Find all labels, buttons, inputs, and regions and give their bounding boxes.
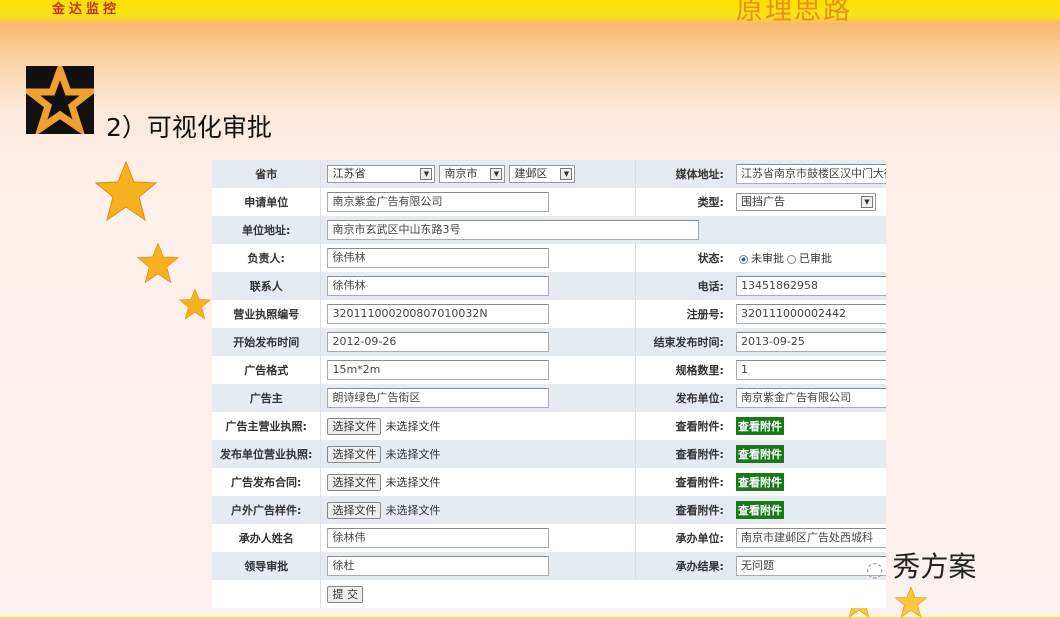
district-select[interactable]: 建邺区 ▼ [509, 165, 576, 183]
format-input[interactable]: 15m*2m [327, 360, 550, 380]
end-label: 结束发布时间: [635, 328, 730, 356]
handling-unit-input[interactable]: 南京市建邺区广告处西城科 [735, 528, 886, 548]
result-label: 承办结果: [635, 552, 730, 580]
address-input[interactable]: 南京市玄武区中山东路3号 [327, 220, 700, 240]
status-radio-unapproved[interactable] [738, 254, 748, 264]
leader-input[interactable]: 徐杜 [327, 556, 550, 576]
leader-label: 领导审批 [212, 552, 322, 580]
license-no-input[interactable]: 320111000200807010032N [327, 304, 550, 324]
no-file-text: 未选择文件 [385, 447, 441, 461]
phone-label: 电话: [635, 272, 730, 300]
manager-input[interactable]: 徐伟林 [327, 248, 550, 268]
publisher-label: 发布单位: [635, 384, 730, 412]
choose-file-button[interactable]: 选择文件 [327, 473, 382, 491]
end-input[interactable]: 2013-09-25 [735, 332, 886, 352]
province-label: 省市 [212, 160, 322, 188]
address-label: 单位地址: [212, 216, 322, 244]
status-radio-approved[interactable] [786, 254, 796, 264]
view-attach-label: 查看附件: [635, 412, 730, 440]
star-icon [136, 242, 180, 284]
approval-form: 省市 江苏省 ▼ 南京市 ▼ 建邺区 ▼ 媒体地址: 江苏省南京市鼓楼区汉中门大街 申请单… [212, 160, 886, 608]
license-no-label: 营业执照编号 [212, 300, 322, 328]
handling-unit-label: 承办单位: [635, 524, 730, 552]
handler-input[interactable]: 徐林伟 [327, 528, 550, 548]
no-file-text: 未选择文件 [385, 419, 441, 433]
result-input[interactable]: 无问题 [735, 556, 886, 576]
type-label: 类型: [635, 188, 730, 216]
choose-file-button[interactable]: 选择文件 [327, 445, 382, 463]
view-attach-button[interactable]: 查看附件 [735, 501, 784, 519]
province-select[interactable]: 江苏省 ▼ [327, 165, 436, 183]
star-icon [894, 586, 928, 618]
view-attach-button[interactable]: 查看附件 [735, 417, 784, 435]
reg-no-input[interactable]: 320111000002442 [735, 304, 886, 324]
applicant-label: 申请单位 [212, 188, 322, 216]
media-address-label: 媒体地址: [635, 160, 730, 188]
view-attach-button[interactable]: 查看附件 [735, 473, 784, 491]
file-label: 广告发布合同: [212, 468, 322, 496]
manager-label: 负责人: [212, 244, 322, 272]
chevron-down-icon: ▼ [860, 196, 873, 208]
view-attach-label: 查看附件: [635, 496, 730, 524]
status-label: 状态: [635, 244, 730, 272]
slide-title: 原理思路 [736, 0, 852, 26]
view-attach-button[interactable]: 查看附件 [735, 445, 784, 463]
reg-no-label: 注册号: [635, 300, 730, 328]
handler-label: 承办人姓名 [212, 524, 322, 552]
view-attach-label: 查看附件: [635, 440, 730, 468]
start-label: 开始发布时间 [212, 328, 322, 356]
quantity-label: 规格数里: [635, 356, 730, 384]
publisher-input[interactable]: 南京紫金广告有限公司 [735, 388, 886, 408]
wechat-icon: ◌ [866, 557, 884, 581]
advertiser-label: 广告主 [212, 384, 322, 412]
section-heading: 2）可视化审批 [106, 113, 272, 142]
quantity-input[interactable]: 1 [735, 360, 886, 380]
chevron-down-icon: ▼ [420, 168, 433, 180]
file-label: 户外广告样件: [212, 496, 322, 524]
star-badge-icon [19, 59, 101, 137]
submit-button[interactable]: 提 交 [327, 585, 363, 603]
city-select[interactable]: 南京市 ▼ [439, 165, 506, 183]
format-label: 广告格式 [212, 356, 322, 384]
no-file-text: 未选择文件 [385, 503, 441, 517]
chevron-down-icon: ▼ [490, 168, 503, 180]
star-icon [178, 288, 212, 320]
choose-file-button[interactable]: 选择文件 [327, 417, 382, 435]
brand-text: 金达监控 [52, 2, 121, 17]
star-icon [94, 160, 158, 222]
file-label: 发布单位营业执照: [212, 440, 322, 468]
type-select[interactable]: 围挡广告 ▼ [735, 193, 876, 211]
view-attach-label: 查看附件: [635, 468, 730, 496]
no-file-text: 未选择文件 [385, 475, 441, 489]
advertiser-input[interactable]: 朗诗绿色广告街区 [327, 388, 550, 408]
watermark-text: 秀方案 [892, 550, 977, 583]
contact-input[interactable]: 徐伟林 [327, 276, 550, 296]
applicant-input[interactable]: 南京紫金广告有限公司 [327, 192, 550, 212]
empty-cell [212, 580, 322, 608]
watermark: ◌ 秀方案 [866, 545, 976, 585]
file-label: 广告主营业执照: [212, 412, 322, 440]
phone-input[interactable]: 13451862958 [735, 276, 886, 296]
chevron-down-icon: ▼ [560, 168, 573, 180]
start-input[interactable]: 2012-09-26 [327, 332, 550, 352]
media-address-input[interactable]: 江苏省南京市鼓楼区汉中门大街 [735, 164, 886, 184]
contact-label: 联系人 [212, 272, 322, 300]
choose-file-button[interactable]: 选择文件 [327, 501, 382, 519]
